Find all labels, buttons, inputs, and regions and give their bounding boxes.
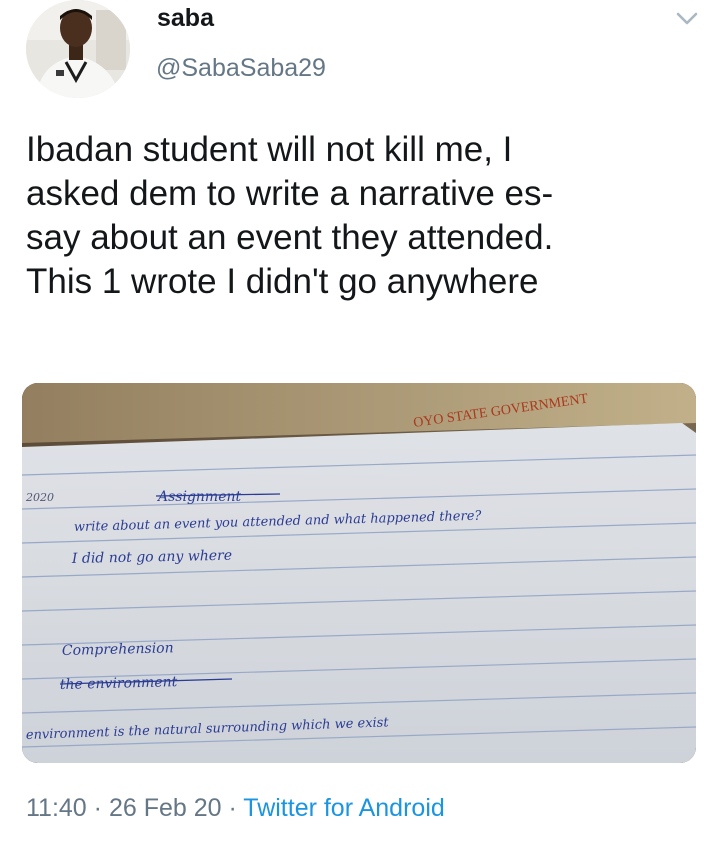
notebook-photo: OYO STATE GOVERNMENT 2020 Assignment wri… xyxy=(22,383,696,763)
tweet-text-line: asked dem to write a narrative es- xyxy=(26,174,554,213)
tweet-text: Ibadan student will not kill me, I asked… xyxy=(26,128,696,304)
avatar[interactable] xyxy=(26,0,130,98)
tweet-text-line: say about an event they attended. xyxy=(26,218,554,257)
meta-separator: · xyxy=(221,794,244,822)
tweet-date: 26 Feb 20 xyxy=(108,794,222,822)
avatar-photo xyxy=(26,0,130,98)
user-handle[interactable]: @SabaSaba29 xyxy=(156,54,326,83)
chevron-down-icon[interactable] xyxy=(672,4,702,34)
tweet-time: 11:40 xyxy=(26,794,87,822)
display-name[interactable]: saba xyxy=(157,4,214,33)
tweet-meta: 11:40 · 26 Feb 20 · Twitter for Android xyxy=(26,794,445,823)
tweet-photo[interactable]: OYO STATE GOVERNMENT 2020 Assignment wri… xyxy=(22,383,696,763)
meta-separator: · xyxy=(86,794,109,822)
tweet-source-link[interactable]: Twitter for Android xyxy=(243,794,444,822)
tweet-text-line: Ibadan student will not kill me, I xyxy=(26,130,513,169)
tweet-text-line: This 1 wrote I didn't go anywhere xyxy=(26,262,539,301)
